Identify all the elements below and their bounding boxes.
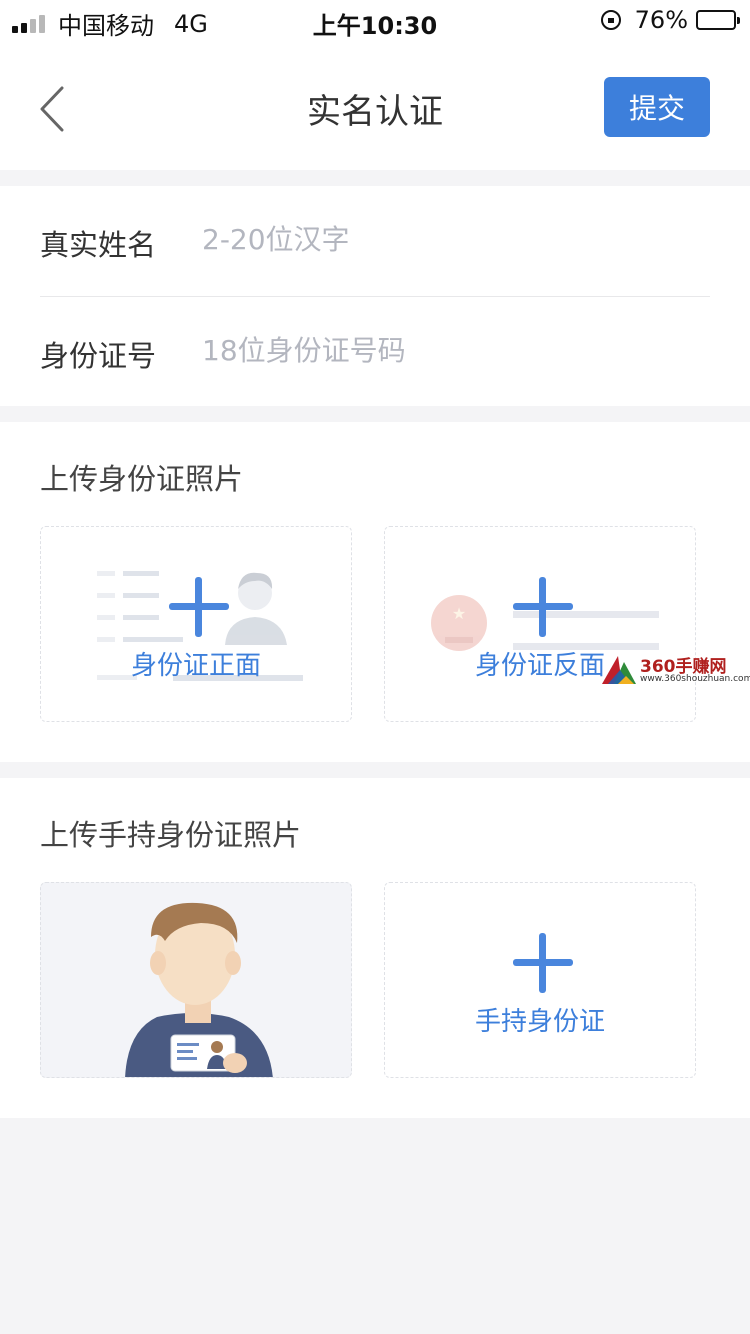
upload-id-section: 上传身份证照片 身份证正面 ★ 身份证反面: [0, 422, 750, 762]
handheld-example-illustration: [125, 902, 273, 1077]
plus-icon: [169, 577, 229, 637]
id-back-upload[interactable]: ★ 身份证反面: [384, 526, 696, 722]
plus-icon: [513, 577, 573, 637]
upload-id-title: 上传身份证照片: [40, 462, 244, 496]
id-number-label: 身份证号: [40, 339, 157, 373]
status-right: 76%: [600, 6, 740, 34]
name-label: 真实姓名: [40, 228, 157, 262]
handheld-upload[interactable]: 手持身份证: [384, 882, 696, 1078]
handheld-label: 手持身份证: [474, 1007, 605, 1037]
upload-handheld-section: 上传手持身份证照片 手持身份证: [0, 778, 750, 1118]
battery-icon: [696, 10, 740, 30]
nav-bar: 实名认证 提交: [0, 40, 750, 170]
svg-text:★: ★: [452, 604, 466, 623]
plus-icon: [513, 933, 573, 993]
id-number-row: 身份证号: [40, 297, 710, 407]
submit-button[interactable]: 提交: [604, 77, 710, 137]
handheld-example: [40, 882, 352, 1078]
orientation-lock-icon: [600, 10, 621, 30]
name-input[interactable]: [200, 216, 704, 262]
upload-handheld-title: 上传手持身份证照片: [40, 818, 302, 852]
watermark-url: www.360shouzhuan.com: [640, 674, 750, 684]
watermark-logo-icon: [602, 656, 636, 684]
id-number-input[interactable]: [200, 327, 704, 373]
watermark: 360手赚网 www.360shouzhuan.com: [600, 650, 750, 690]
status-bar: 中国移动 4G 上午10:30 76%: [0, 0, 750, 40]
identity-form: 真实姓名 身份证号: [0, 186, 750, 406]
name-row: 真实姓名: [40, 186, 710, 296]
battery-percent: 76%: [634, 6, 688, 34]
id-front-upload[interactable]: 身份证正面: [40, 526, 352, 722]
id-front-label: 身份证正面: [130, 651, 261, 681]
